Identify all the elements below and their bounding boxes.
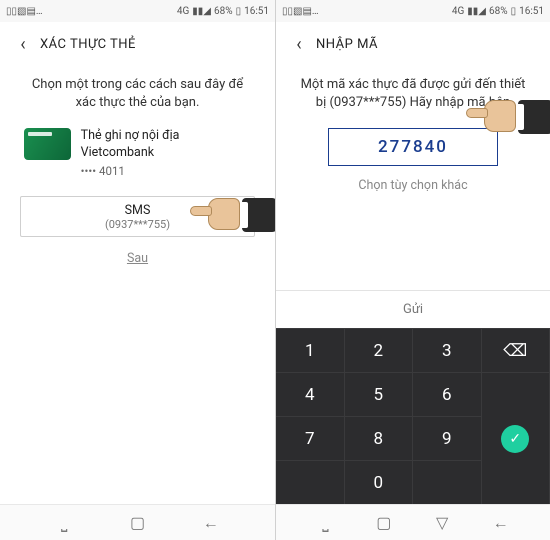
back-button[interactable]: ‹ [286, 31, 312, 57]
chevron-left-icon: ‹ [20, 34, 25, 55]
key-backspace[interactable]: ⌫ [482, 328, 550, 372]
clock: 16:51 [244, 6, 269, 17]
back-nav-button[interactable]: ← [202, 514, 220, 532]
instruction-text: Một mã xác thực đã được gửi đến thiết bị… [300, 76, 526, 112]
card-info: Thẻ ghi nợ nội địa Vietcombank •••• 4011 [24, 128, 251, 178]
android-navbar: ⎵ ▢ ▽ ← [276, 504, 550, 540]
page-title: XÁC THỰC THẺ [40, 37, 136, 52]
statusbar: ▯▯▧▤… 4G ▮▮◢ 68% ▯ 16:51 [0, 0, 275, 22]
keyboard-hide-button[interactable]: ▽ [433, 514, 451, 532]
numeric-keypad: 1 2 3 ⌫ 4 5 6 ✓ 7 8 9 0 [276, 328, 550, 504]
android-navbar: ⎵ ▢ ← [0, 504, 275, 540]
back-button[interactable]: ‹ [10, 31, 36, 57]
key-2[interactable]: 2 [345, 328, 414, 372]
clock: 16:51 [519, 6, 544, 17]
phone-enter-code: ▯▯▧▤… 4G ▮▮◢ 68% ▯ 16:51 ‹ NHẬP MÃ Một m… [275, 0, 550, 540]
later-link[interactable]: Sau [20, 251, 255, 266]
chevron-left-icon: ‹ [296, 34, 301, 55]
sms-label: SMS [21, 203, 254, 218]
key-1[interactable]: 1 [276, 328, 345, 372]
card-image-icon [24, 128, 71, 160]
card-name: Thẻ ghi nợ nội địa Vietcombank [81, 128, 251, 162]
home-button[interactable]: ▢ [129, 514, 147, 532]
statusbar: ▯▯▧▤… 4G ▮▮◢ 68% ▯ 16:51 [276, 0, 550, 22]
instruction-text: Chọn một trong các cách sau đây để xác t… [24, 76, 251, 112]
status-icons-left: ▯▯▧▤… [282, 6, 319, 17]
key-9[interactable]: 9 [413, 416, 482, 460]
key-blank2 [413, 460, 482, 504]
recents-button[interactable]: ⎵ [316, 514, 334, 532]
net-icon: 4G [452, 6, 464, 17]
send-button[interactable]: Gửi [276, 290, 550, 328]
signal-icon: ▮▮◢ [467, 6, 486, 17]
header: ‹ NHẬP MÃ [276, 22, 550, 66]
status-icons-left: ▯▯▧▤… [6, 6, 43, 17]
home-button[interactable]: ▢ [375, 514, 393, 532]
battery-icon: ▯ [236, 6, 242, 17]
battery-level: 68% [489, 6, 508, 17]
key-0[interactable]: 0 [345, 460, 414, 504]
key-7[interactable]: 7 [276, 416, 345, 460]
backspace-icon: ⌫ [503, 341, 527, 361]
battery-level: 68% [214, 6, 233, 17]
page-title: NHẬP MÃ [316, 37, 378, 52]
sms-button[interactable]: SMS (0937***755) [20, 196, 255, 237]
key-5[interactable]: 5 [345, 372, 414, 416]
content: Một mã xác thực đã được gửi đến thiết bị… [276, 66, 550, 290]
code-input[interactable]: 277840 [328, 128, 498, 166]
sms-number: (0937***755) [21, 218, 254, 231]
key-4[interactable]: 4 [276, 372, 345, 416]
key-3[interactable]: 3 [413, 328, 482, 372]
other-option-link[interactable]: Chọn tùy chọn khác [296, 178, 530, 193]
header: ‹ XÁC THỰC THẺ [0, 22, 275, 66]
key-blank [276, 460, 345, 504]
card-last4: •••• 4011 [81, 164, 251, 178]
content: Chọn một trong các cách sau đây để xác t… [0, 66, 275, 504]
battery-icon: ▯ [511, 6, 517, 17]
key-6[interactable]: 6 [413, 372, 482, 416]
signal-icon: ▮▮◢ [192, 6, 211, 17]
back-nav-button[interactable]: ← [492, 514, 510, 532]
recents-button[interactable]: ⎵ [55, 514, 73, 532]
net-icon: 4G [177, 6, 189, 17]
key-8[interactable]: 8 [345, 416, 414, 460]
key-done[interactable]: ✓ [482, 372, 550, 504]
phone-verify-card: ▯▯▧▤… 4G ▮▮◢ 68% ▯ 16:51 ‹ XÁC THỰC THẺ … [0, 0, 275, 540]
check-icon: ✓ [501, 425, 529, 453]
